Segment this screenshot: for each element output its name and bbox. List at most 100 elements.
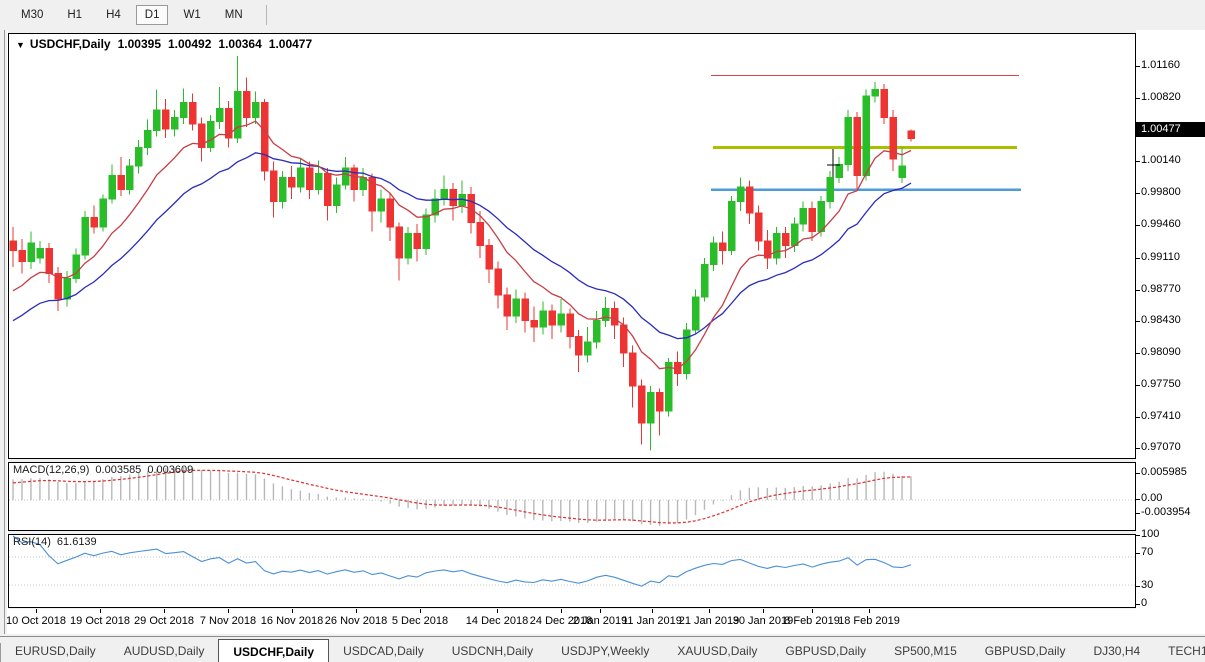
candle-body — [531, 320, 538, 327]
date-axis-tick — [164, 609, 165, 613]
candle-body — [306, 168, 313, 189]
candle-body — [486, 246, 493, 269]
macd-name: MACD(12,26,9) — [13, 464, 89, 476]
timeframe-button-d1[interactable]: D1 — [136, 5, 169, 25]
candle-body — [899, 166, 906, 177]
macd-label: MACD(12,26,9) 0.003585 0.003609 — [13, 464, 193, 476]
candle-body — [279, 177, 286, 201]
date-axis-label: 8 Feb 2019 — [784, 615, 840, 627]
candle-body — [91, 218, 98, 227]
main-chart-panel[interactable]: ▼USDCHF,Daily1.003951.004921.003641.0047… — [8, 33, 1136, 459]
price-axis-tick: 1.00820 — [1141, 91, 1181, 103]
candle-body — [351, 168, 358, 189]
chart-tab-usdchf[interactable]: USDCHF,Daily — [218, 639, 329, 662]
candle-body — [172, 118, 179, 129]
candle-body — [567, 314, 574, 336]
chart-tab-eurusd[interactable]: EURUSD,Daily — [1, 640, 110, 662]
rsi-chart[interactable] — [9, 535, 1135, 607]
date-axis-label: 5 Dec 2018 — [392, 615, 448, 627]
candle-body — [504, 295, 511, 316]
chart-tab-gbpusd[interactable]: GBPUSD,Daily — [971, 640, 1080, 662]
chart-tab-tech100[interactable]: TECH100 — [1154, 640, 1205, 662]
candle-body — [252, 103, 259, 118]
date-axis[interactable]: 10 Oct 201819 Oct 201829 Oct 20187 Nov 2… — [8, 609, 1205, 634]
date-axis-tick — [869, 609, 870, 613]
rsi-axis-tick: 0 — [1141, 597, 1147, 609]
date-axis-tick — [709, 609, 710, 613]
date-axis-tick — [36, 609, 37, 613]
timeframe-button-m30[interactable]: M30 — [12, 5, 52, 25]
date-axis-label: 11 Jan 2019 — [622, 615, 682, 627]
date-axis-tick — [763, 609, 764, 613]
timeframe-button-w1[interactable]: W1 — [174, 5, 209, 25]
candle-body — [800, 208, 807, 224]
candle-body — [495, 269, 502, 295]
chart-tab-usdcad[interactable]: USDCAD,Daily — [329, 640, 438, 662]
price-axis-tick: 0.98090 — [1141, 346, 1181, 358]
candle-body — [423, 215, 430, 249]
candle-body — [441, 190, 448, 199]
chart-tab-audusd[interactable]: AUDUSD,Daily — [110, 640, 219, 662]
symbol-tabbar: EURUSD,DailyAUDUSD,DailyUSDCHF,DailyUSDC… — [0, 636, 1205, 662]
candle-body — [692, 297, 699, 330]
candle-body — [728, 202, 735, 251]
candle-body — [639, 386, 646, 423]
candle-body — [109, 176, 116, 199]
candle-body — [558, 314, 565, 325]
quote-high: 1.00492 — [168, 37, 211, 51]
macd-panel[interactable]: MACD(12,26,9) 0.003585 0.003609 — [8, 462, 1136, 531]
timeframe-button-h1[interactable]: H1 — [58, 5, 91, 25]
rsi-value: 61.6139 — [57, 536, 97, 548]
quote-open: 1.00395 — [118, 37, 161, 51]
candle-body — [701, 264, 708, 297]
candle-body — [603, 308, 610, 320]
candle-body — [297, 168, 304, 187]
candle-body — [818, 202, 825, 232]
chart-tab-dj30[interactable]: DJ30,H4 — [1079, 640, 1154, 662]
date-axis-tick — [600, 609, 601, 613]
candle-body — [540, 311, 547, 327]
chart-tab-gbpusd[interactable]: GBPUSD,Daily — [771, 640, 880, 662]
candle-body — [163, 110, 170, 129]
chart-tab-usdjpy[interactable]: USDJPY,Weekly — [547, 640, 663, 662]
price-axis-tick: 0.99800 — [1141, 186, 1181, 198]
price-axis-tick: 0.99110 — [1141, 251, 1180, 263]
candle-body — [127, 166, 133, 189]
price-axis-tick: 0.97070 — [1141, 441, 1181, 453]
candle-body — [450, 190, 457, 206]
candle-body — [657, 392, 664, 411]
timeframe-button-h4[interactable]: H4 — [97, 5, 130, 25]
current-price-tag: 1.00477 — [1136, 122, 1205, 137]
candle-body — [648, 392, 655, 423]
quote-low: 1.00364 — [218, 37, 261, 51]
date-axis-label: 29 Oct 2018 — [134, 615, 194, 627]
candle-body — [208, 121, 215, 147]
macd-main-value: 0.003585 — [95, 464, 141, 476]
trading-platform-window: M30 H1 H4 D1W1 MN ▼ USDCHF,Daily 1.00395 1.0049… — [0, 0, 1205, 662]
price-axis-tick: 1.00140 — [1141, 154, 1181, 166]
candle-body — [19, 250, 26, 261]
date-axis-tick — [356, 609, 357, 613]
candle-body — [612, 308, 619, 325]
candle-body — [324, 174, 331, 206]
price-axis-column — [1136, 30, 1205, 634]
candlestick-chart[interactable] — [9, 34, 1135, 458]
date-axis-label: 26 Nov 2018 — [325, 615, 387, 627]
timeframe-button-mn[interactable]: MN — [216, 5, 252, 25]
rsi-panel[interactable]: RSI(14)61.6139 — [8, 534, 1136, 608]
candle-body — [226, 108, 233, 138]
chart-tab-xauusd[interactable]: XAUUSD,Daily — [663, 640, 771, 662]
date-axis-tick — [100, 609, 101, 613]
symbol-dropdown-icon[interactable]: ▼ — [16, 40, 25, 50]
chart-tab-sp500[interactable]: SP500,M15 — [880, 640, 971, 662]
date-axis-label: 10 Oct 2018 — [6, 615, 66, 627]
date-axis-tick — [420, 609, 421, 613]
candle-body — [845, 118, 852, 165]
date-axis-label: 2 Jan 2019 — [573, 615, 627, 627]
candle-body — [243, 91, 250, 117]
macd-signal-value: 0.003609 — [147, 464, 193, 476]
chart-tab-usdcnh[interactable]: USDCNH,Daily — [438, 640, 547, 662]
candle-body — [315, 174, 322, 190]
price-axis-tick: 0.98430 — [1141, 314, 1181, 326]
candle-body — [145, 131, 152, 148]
